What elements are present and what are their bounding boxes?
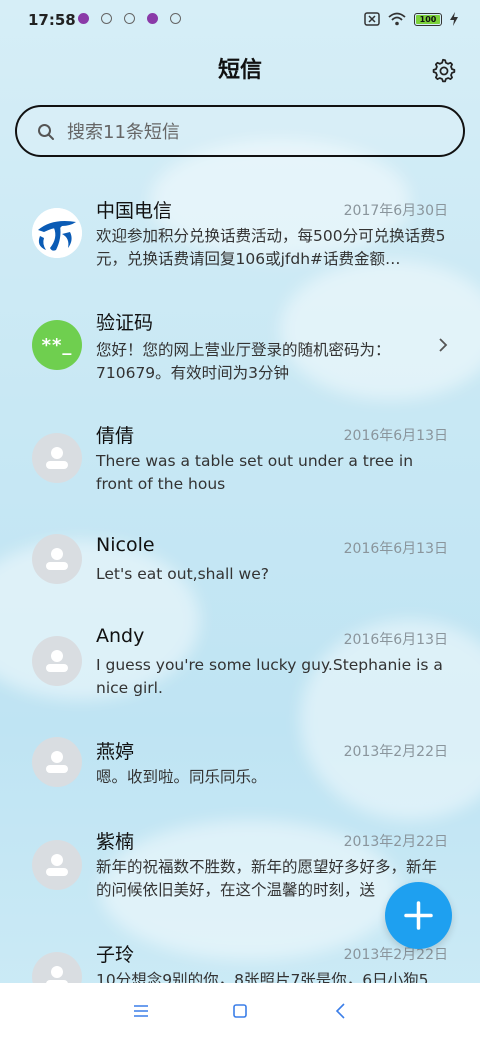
china-telecom-logo-avatar: [32, 208, 82, 258]
avatar: [32, 737, 82, 787]
person-icon: [46, 751, 68, 773]
conversation-date: 2017年6月30日: [343, 203, 448, 219]
settings-gear-icon[interactable]: [430, 57, 456, 83]
plus-icon: [404, 901, 433, 930]
avatar: [32, 840, 82, 890]
navigation-bar: [0, 983, 480, 1040]
person-icon: [46, 650, 68, 672]
conversation-date: 2013年2月22日: [343, 744, 448, 760]
charging-icon: [450, 12, 458, 26]
china-telecom-logo-icon: [32, 208, 82, 258]
avatar: [32, 534, 82, 584]
verification-code-avatar: **_: [32, 320, 82, 370]
search-bar[interactable]: [15, 105, 465, 157]
conversation-preview: 嗯。收到啦。同乐同乐。: [96, 768, 267, 786]
conversation-date: 2013年2月22日: [343, 947, 448, 963]
battery-level: 100: [419, 14, 437, 24]
conversation-item[interactable]: 倩倩 2016年6月13日 There was a table set out …: [0, 421, 480, 511]
conversation-date: 2016年6月13日: [343, 632, 448, 648]
conversation-name: 燕婷: [96, 741, 135, 763]
conversation-date: 2016年6月13日: [343, 428, 448, 444]
conversation-preview: There was a table set out under a tree i…: [96, 452, 414, 493]
new-message-button[interactable]: [385, 882, 452, 949]
conversation-name: 倩倩: [96, 425, 135, 447]
conversation-item[interactable]: Andy 2016年6月13日 I guess you're some luck…: [0, 625, 480, 715]
status-time: 17:58: [28, 11, 76, 29]
conversation-item[interactable]: 燕婷 2013年2月22日 嗯。收到啦。同乐同乐。: [0, 737, 480, 817]
notification-icon: [124, 13, 135, 24]
verification-avatar-text: **_: [41, 334, 73, 356]
conversation-name: 子玲: [96, 944, 135, 966]
person-icon: [46, 966, 68, 985]
person-icon: [46, 548, 68, 570]
menu-icon[interactable]: [131, 1001, 151, 1021]
conversation-item[interactable]: **_ 验证码 您好！您的网上营业厅登录的随机密码为：710679。有效时间为3…: [0, 308, 480, 398]
status-bar: 17:58 100: [0, 0, 480, 40]
home-icon[interactable]: [230, 1001, 250, 1021]
back-icon[interactable]: [331, 1001, 351, 1021]
person-icon: [46, 854, 68, 876]
conversation-name: 中国电信: [96, 200, 173, 222]
conversation-date: 2013年2月22日: [343, 834, 448, 850]
notification-icon: [170, 13, 181, 24]
avatar: [32, 433, 82, 483]
conversation-name: 紫楠: [96, 831, 135, 853]
conversation-date: 2016年6月13日: [343, 541, 448, 557]
page-title: 短信: [217, 58, 262, 83]
notification-icon: [147, 13, 158, 24]
person-icon: [46, 447, 68, 469]
conversation-preview: Let's eat out,shall we?: [96, 565, 269, 583]
chevron-right-icon[interactable]: [436, 338, 450, 352]
avatar: [32, 952, 82, 985]
search-icon: [38, 124, 54, 140]
avatar: [32, 636, 82, 686]
conversation-item[interactable]: 中国电信 2017年6月30日 欢迎参加积分兑换话费活动，每500分可兑换话费5…: [0, 196, 480, 286]
notification-icon: [101, 13, 112, 24]
conversation-item[interactable]: Nicole 2016年6月13日 Let's eat out,shall we…: [0, 534, 480, 614]
conversation-preview: 欢迎参加积分兑换话费活动，每500分可兑换话费5元，兑换话费请回复106或jfd…: [96, 227, 446, 268]
wifi-icon: [388, 12, 406, 26]
search-input[interactable]: [65, 117, 449, 147]
notification-icon: [78, 13, 89, 24]
conversation-name: 验证码: [96, 312, 154, 334]
notification-icons: [78, 13, 181, 24]
conversation-preview: I guess you're some lucky guy.Stephanie …: [96, 656, 443, 697]
battery-icon: 100: [414, 12, 442, 26]
conversation-preview: 您好！您的网上营业厅登录的随机密码为：710679。有效时间为3分钟: [96, 341, 391, 382]
status-right: 100: [364, 12, 458, 26]
conversation-name: Andy: [96, 625, 145, 647]
conversation-name: Nicole: [96, 534, 155, 556]
no-sim-icon: [364, 12, 380, 26]
